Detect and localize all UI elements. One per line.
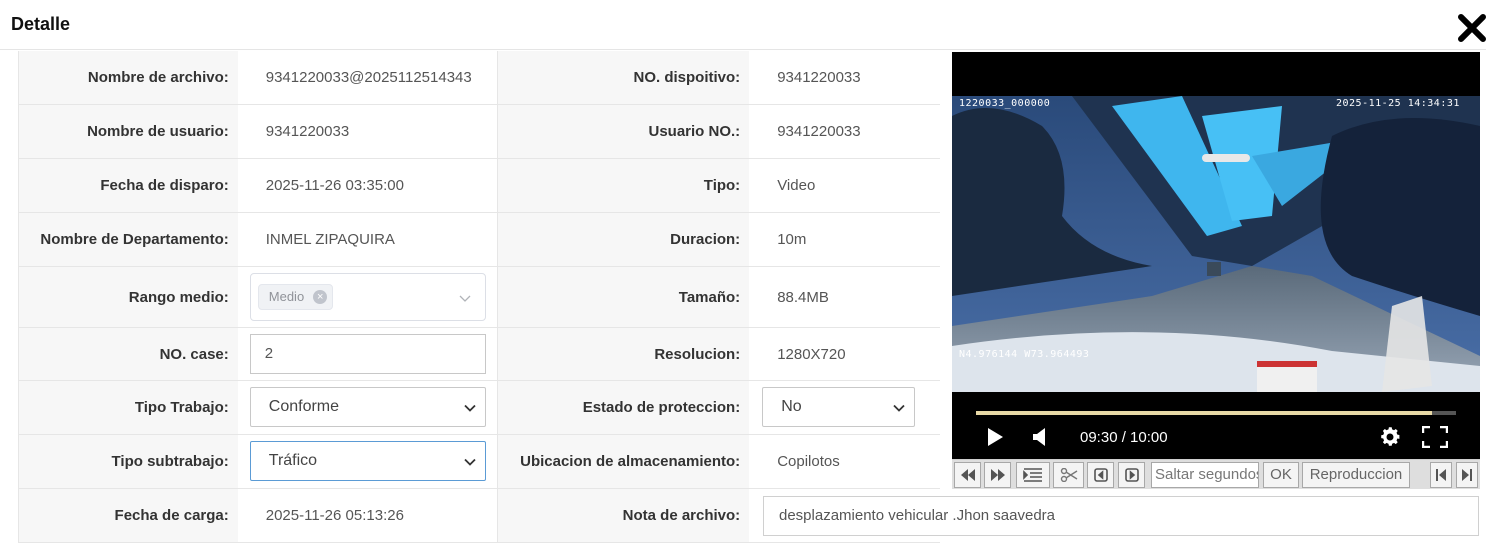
department-value: INMEL ZIPAQUIRA — [237, 213, 499, 266]
storage-label: Ubicacion de almacenamiento: — [498, 435, 750, 488]
media-range-tag: Medio × — [257, 284, 334, 310]
sub-work-type-selected: Tráfico — [268, 452, 318, 469]
ok-button[interactable]: OK — [1263, 462, 1299, 488]
detail-row: Nombre de usuario: 9341220033 Usuario NO… — [19, 105, 940, 159]
user-name-label: Nombre de usuario: — [19, 105, 238, 158]
type-label: Tipo: — [498, 159, 750, 212]
time-display: 09:30 / 10:00 — [1080, 429, 1168, 446]
department-label: Nombre de Departamento: — [19, 213, 238, 266]
case-no-cell: 2 — [237, 328, 499, 380]
note-label: Nota de archivo: — [498, 489, 750, 542]
trigger-date-value: 2025-11-26 03:35:00 — [237, 159, 499, 212]
player-toolbar: Saltar segundos OK Reproduccion — [952, 459, 1480, 489]
skip-start-icon[interactable] — [1430, 462, 1452, 488]
device-no-label: NO. dispoitivo: — [498, 51, 750, 104]
media-range-tag-label: Medio — [268, 289, 305, 304]
details-grid: Nombre de archivo: 9341220033@2025112514… — [18, 51, 940, 543]
progress-fill — [976, 411, 1432, 415]
detail-row: Tipo subtrabajo: Tráfico Ubicacion de al… — [19, 435, 940, 489]
chevron-down-icon — [459, 295, 471, 302]
media-range-cell: Medio × — [237, 267, 499, 327]
skip-end-icon[interactable] — [1456, 462, 1478, 488]
file-name-value: 9341220033@20251125143431 — [237, 51, 499, 104]
chevron-down-icon — [893, 404, 905, 412]
chevron-down-icon — [464, 404, 476, 412]
next-frame-icon[interactable] — [1118, 462, 1145, 488]
protection-cell: No — [749, 381, 940, 434]
duration-value: 10m — [749, 213, 940, 266]
work-type-label: Tipo Trabajo: — [19, 381, 238, 434]
file-name-text: 9341220033@20251125143431 — [265, 69, 472, 86]
work-type-selected: Conforme — [268, 398, 340, 415]
media-range-select[interactable]: Medio × — [249, 273, 486, 321]
video-player[interactable]: 1220033_000000 2025-11-25 14:34:31 N4.97… — [952, 52, 1480, 459]
volume-icon[interactable] — [1032, 427, 1048, 452]
case-no-label: NO. case: — [19, 328, 238, 380]
detail-row: Rango medio: Medio × Tamaño: 88.4MB — [19, 267, 940, 328]
detail-row: Tipo Trabajo: Conforme Estado de protecc… — [19, 381, 940, 435]
osd-datetime: 2025-11-25 14:34:31 — [1336, 98, 1460, 109]
size-value: 88.4MB — [749, 267, 940, 327]
work-type-select[interactable]: Conforme — [249, 387, 486, 427]
duration-label: Duracion: — [498, 213, 750, 266]
detail-row: NO. case: 2 Resolucion: 1280X720 — [19, 328, 940, 381]
user-no-value: 9341220033 — [749, 105, 940, 158]
media-range-label: Rango medio: — [19, 267, 238, 327]
osd-coords: N4.976144 W73.964493 — [959, 349, 1090, 360]
note-input[interactable]: desplazamiento vehicular .Jhon saavedra — [763, 496, 1479, 536]
case-no-input[interactable]: 2 — [249, 334, 486, 374]
tag-close-icon[interactable]: × — [313, 290, 328, 304]
work-type-cell: Conforme — [237, 381, 499, 434]
size-label: Tamaño: — [498, 267, 750, 327]
device-no-value: 9341220033 — [749, 51, 940, 104]
gear-icon[interactable] — [1378, 425, 1402, 454]
detail-row: Fecha de disparo: 2025-11-26 03:35:00 Ti… — [19, 159, 940, 213]
protection-label: Estado de proteccion: — [498, 381, 750, 434]
storage-value: Copilotos — [749, 435, 940, 488]
protection-selected: No — [781, 398, 802, 415]
upload-date-value: 2025-11-26 05:13:26 — [237, 489, 499, 542]
resolution-value: 1280X720 — [749, 328, 940, 380]
video-frame[interactable]: 1220033_000000 2025-11-25 14:34:31 N4.97… — [952, 96, 1480, 392]
detail-row: Nombre de archivo: 9341220033@2025112514… — [19, 51, 940, 105]
seek-seconds-input[interactable]: Saltar segundos — [1151, 462, 1259, 488]
sub-work-type-select[interactable]: Tráfico — [249, 441, 486, 481]
chevron-down-icon — [464, 458, 476, 466]
progress-bar[interactable] — [976, 411, 1456, 415]
fullscreen-icon[interactable] — [1421, 425, 1449, 453]
user-name-value: 9341220033 — [237, 105, 499, 158]
rewind-icon[interactable] — [954, 462, 981, 488]
protection-select[interactable]: No — [762, 387, 916, 427]
upload-date-label: Fecha de carga: — [19, 489, 238, 542]
sub-work-type-cell: Tráfico — [237, 435, 499, 488]
detail-row: Nombre de Departamento: INMEL ZIPAQUIRA … — [19, 213, 940, 267]
dialog-title: Detalle — [11, 14, 71, 34]
scissors-icon[interactable] — [1053, 462, 1084, 488]
video-frame-image — [952, 96, 1480, 392]
osd-device: 1220033_000000 — [959, 98, 1051, 109]
dialog-header: Detalle — [0, 0, 1486, 50]
sub-work-type-label: Tipo subtrabajo: — [19, 435, 238, 488]
playback-button[interactable]: Reproduccion — [1302, 462, 1410, 488]
type-value: Video — [749, 159, 940, 212]
trigger-date-label: Fecha de disparo: — [19, 159, 238, 212]
fast-forward-icon[interactable] — [984, 462, 1011, 488]
play-icon[interactable] — [986, 427, 1004, 452]
file-name-label: Nombre de archivo: — [19, 51, 238, 104]
user-no-label: Usuario NO.: — [498, 105, 750, 158]
resolution-label: Resolucion: — [498, 328, 750, 380]
prev-frame-icon[interactable] — [1087, 462, 1114, 488]
list-icon[interactable] — [1016, 462, 1050, 488]
close-icon[interactable] — [1456, 12, 1486, 44]
